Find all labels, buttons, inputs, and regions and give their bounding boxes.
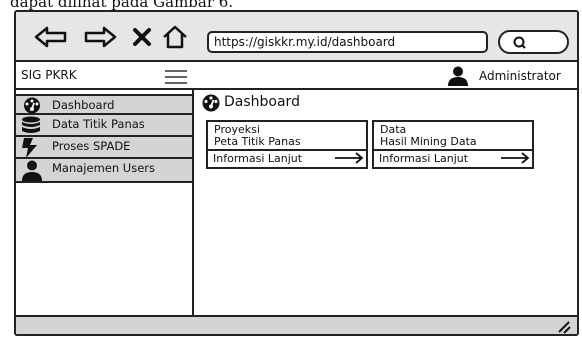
url-input[interactable]: https://giskkr.my.id/dashboard: [207, 31, 488, 53]
arrow-right-icon: [501, 152, 530, 164]
sidebar-item-label: Manajemen Users: [52, 161, 156, 175]
footer-bar: [16, 315, 577, 334]
forward-arrow-icon[interactable]: [83, 26, 117, 48]
back-arrow-icon[interactable]: [34, 26, 68, 48]
user-name[interactable]: Administrator: [479, 69, 561, 83]
sidebar-item-manajemen-users[interactable]: Manajemen Users: [16, 159, 192, 183]
more-info-label: Informasi Lanjut: [213, 152, 303, 165]
database-icon: [22, 116, 40, 133]
more-info-label: Informasi Lanjut: [379, 152, 469, 165]
sidebar-item-proses-spade[interactable]: Proses SPADE: [16, 137, 192, 159]
sidebar-item-label: Dashboard: [52, 98, 115, 112]
sidebar-item-label: Data Titik Panas: [52, 117, 145, 131]
close-icon[interactable]: [133, 28, 151, 46]
card-data-mining: Data Hasil Mining Data Informasi Lanjut: [372, 120, 534, 169]
page-title: Dashboard: [224, 94, 300, 110]
user-icon: [22, 160, 42, 181]
card-subtitle: Peta Titik Panas: [214, 135, 301, 148]
lightning-icon: [22, 138, 37, 158]
browser-window: https://giskkr.my.id/dashboard SIG PKRK …: [14, 10, 579, 336]
app-header: SIG PKRK Administrator: [16, 62, 577, 90]
browser-search-field[interactable]: [498, 30, 569, 54]
arrow-right-icon: [335, 152, 364, 164]
gauge-icon: [202, 94, 220, 112]
search-icon: [513, 36, 526, 49]
card-subtitle: Hasil Mining Data: [380, 135, 477, 148]
card-proyeksi: Proyeksi Peta Titik Panas Informasi Lanj…: [206, 120, 368, 169]
more-info-link[interactable]: Informasi Lanjut: [374, 149, 532, 167]
hamburger-menu-icon[interactable]: [164, 69, 188, 85]
resize-handle-icon[interactable]: [555, 318, 571, 334]
home-icon[interactable]: [161, 24, 189, 50]
sidebar: Dashboard Data Titik Panas Proses SPADE …: [16, 90, 194, 319]
user-icon: [448, 66, 468, 86]
main-content: Dashboard Proyeksi Peta Titik Panas Info…: [194, 90, 577, 319]
gauge-icon: [24, 97, 40, 114]
browser-toolbar: https://giskkr.my.id/dashboard: [16, 12, 577, 62]
sidebar-item-data-titik-panas[interactable]: Data Titik Panas: [16, 115, 192, 137]
brand-title: SIG PKRK: [21, 68, 77, 82]
more-info-link[interactable]: Informasi Lanjut: [208, 149, 366, 167]
sidebar-item-label: Proses SPADE: [52, 139, 131, 153]
sidebar-item-dashboard[interactable]: Dashboard: [16, 94, 192, 115]
